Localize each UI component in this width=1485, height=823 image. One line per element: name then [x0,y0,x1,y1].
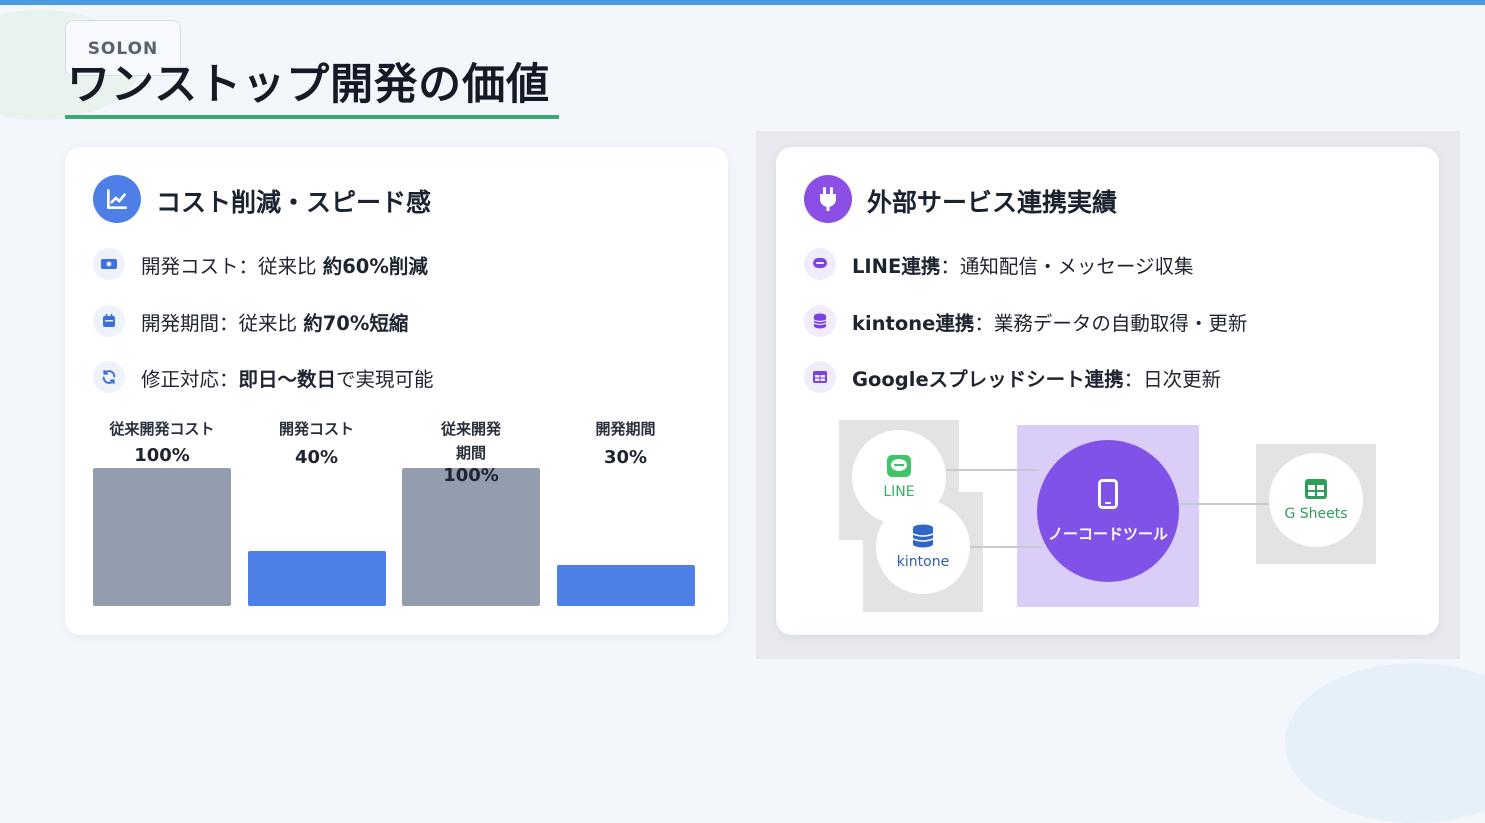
money-icon [93,248,125,280]
bar-value-label: 40% [294,447,339,468]
line-integration-text: LINE連携：通知配信・メッセージ収集 [852,254,1194,278]
cost-speed-card: コスト削減・スピード感 開発コスト：従来比 約60%削減 開発期間：従来比 約7… [65,147,728,635]
bar-value-label: 100% [134,445,190,466]
nocode-tool-label: ノーコードツール [1047,524,1168,543]
kintone-node: kintone [876,500,970,594]
integration-title: 外部サービス連携実績 [867,188,1118,217]
table-icon [804,361,836,393]
bar-category-label: 従来開発コスト [109,420,215,438]
kintone-integration-text: kintone連携：業務データの自動取得・更新 [852,311,1248,335]
connector-line [1176,503,1272,505]
bar-1 [93,468,231,606]
chat-icon [804,248,836,280]
cost-speed-title: コスト削減・スピード感 [156,188,432,217]
title-underline [65,115,559,119]
gsheets-integration-text: Googleスプレッドシート連携：日次更新 [852,367,1222,391]
bar-category-label: 開発コスト [278,420,354,438]
chart-line-icon [93,175,141,223]
calendar-icon [93,305,125,337]
kintone-node-label: kintone [896,554,950,570]
list-item: 開発期間：従来比 約70%短縮 [93,304,408,338]
list-item: 開発コスト：従来比 約60%削減 [93,247,428,281]
bar-value-label: 100% [443,465,499,486]
connector-line [966,546,1042,548]
bar-category-label: 開発期間 [595,420,656,438]
integration-card: 外部サービス連携実績 LINE連携：通知配信・メッセージ収集 kintone連携… [776,147,1439,635]
fix-response-text: 修正対応：即日〜数日で実現可能 [141,367,434,391]
decorative-blob [1285,663,1485,823]
table-icon [1305,479,1327,499]
database-icon [912,524,934,548]
top-accent-bar [0,0,1485,5]
dev-period-text: 開発期間：従来比 約70%短縮 [141,311,409,335]
refresh-icon [93,361,125,393]
dev-cost-text: 開発コスト：従来比 約60%削減 [141,254,428,278]
nocode-tool-node: ノーコードツール [1037,440,1179,582]
list-item: LINE連携：通知配信・メッセージ収集 [804,247,1193,281]
gsheets-node-label: G Sheets [1284,506,1348,522]
bar-4 [556,564,695,606]
gsheets-node: G Sheets [1269,453,1363,547]
connector-line [946,469,1039,471]
bar-category-label: 従来開発期間 [440,420,501,462]
list-item: 修正対応：即日〜数日で実現可能 [93,360,434,394]
list-item: Googleスプレッドシート連携：日次更新 [804,360,1221,394]
bar-value-label: 30% [603,447,648,468]
plug-icon [804,175,852,223]
list-item: kintone連携：業務データの自動取得・更新 [804,304,1247,338]
database-icon [804,305,836,337]
smartphone-icon [1098,478,1118,509]
bar-2 [247,550,386,606]
line-node-label: LINE [883,484,915,500]
page-title: ワンストップ開発の価値 [67,60,551,110]
line-icon [887,455,911,477]
bar-3 [402,468,540,606]
